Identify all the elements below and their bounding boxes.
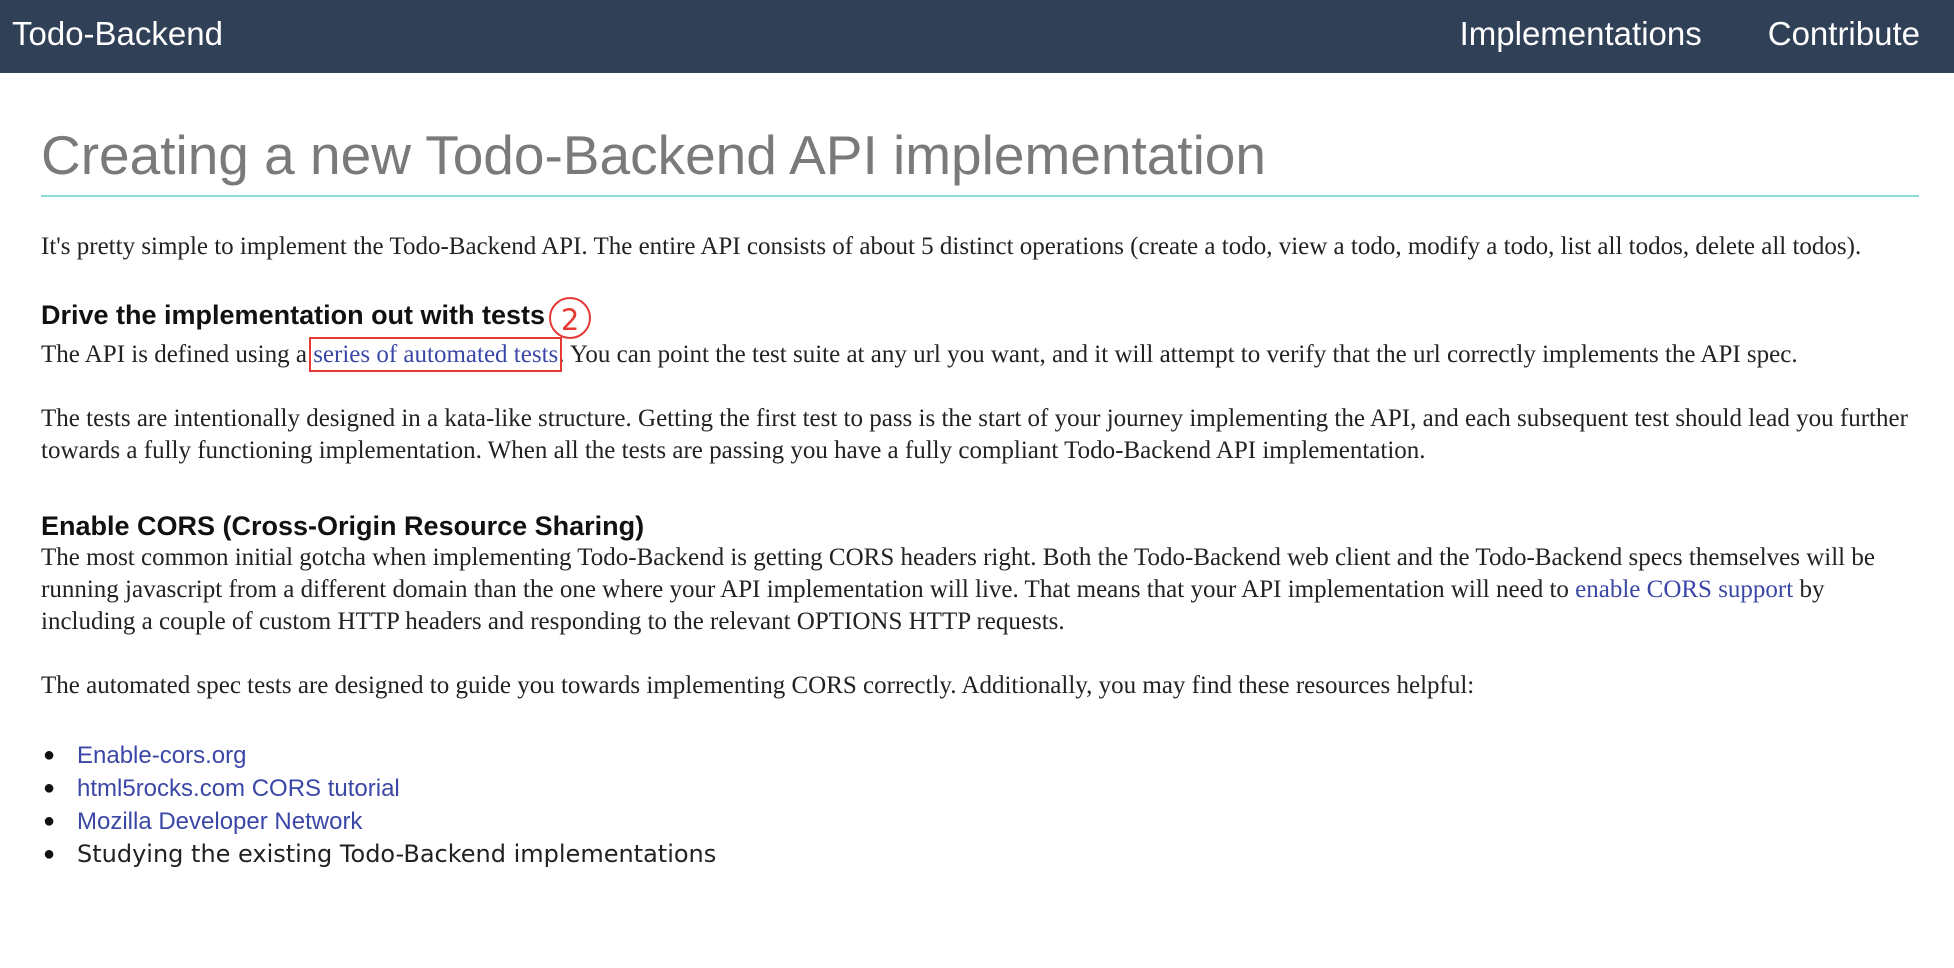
tests-p1-before: The API is defined using a — [41, 341, 314, 368]
tests-paragraph-2: The tests are intentionally designed in … — [41, 405, 1908, 464]
nav-contribute-link[interactable]: Contribute — [1768, 14, 1920, 54]
top-navbar: Todo-Backend Implementations Contribute — [0, 0, 1954, 73]
cors-paragraph-2: The automated spec tests are designed to… — [41, 672, 1475, 699]
bullet-icon: ● — [43, 843, 56, 865]
brand-link[interactable]: Todo-Backend — [12, 14, 223, 54]
nav-links: Implementations Contribute — [1460, 14, 1920, 54]
list-item: ● Studying the existing Todo-Backend impl… — [43, 838, 1919, 871]
resources-list: ● Enable-cors.org ● html5rocks.com CORS tu… — [41, 739, 1919, 871]
bullet-icon: ● — [43, 810, 56, 832]
bullet-icon: ● — [43, 777, 56, 799]
tests-p1-after: . You can point the test suite at any ur… — [558, 341, 1798, 368]
step-marker: 2 — [549, 297, 592, 339]
enable-cors-org-link[interactable]: Enable-cors.org — [77, 742, 246, 769]
cors-paragraph-1: The most common initial gotcha when impl… — [41, 542, 1919, 638]
tests-paragraph-1: The API is defined using a series of aut… — [41, 337, 1919, 372]
bullet-icon: ● — [43, 744, 56, 766]
html5rocks-cors-link[interactable]: html5rocks.com CORS tutorial — [77, 775, 400, 802]
mdn-link[interactable]: Mozilla Developer Network — [77, 808, 362, 835]
main-content: Creating a new Todo-Backend API implemen… — [41, 73, 1919, 871]
enable-cors-support-link[interactable]: enable CORS support — [1575, 576, 1793, 603]
list-item: ● Mozilla Developer Network — [43, 805, 1919, 838]
list-item: ● html5rocks.com CORS tutorial — [43, 772, 1919, 805]
list-item: ● Enable-cors.org — [43, 739, 1919, 772]
nav-implementations-link[interactable]: Implementations — [1460, 14, 1702, 54]
cors-heading: Enable CORS (Cross-Origin Resource Shari… — [41, 511, 645, 541]
intro-paragraph: It's pretty simple to implement the Todo… — [41, 233, 1862, 260]
tests-heading-text: Drive the implementation out with tests — [41, 300, 546, 330]
automated-tests-link[interactable]: series of automated tests — [309, 337, 563, 372]
existing-implementations-text: Studying the existing Todo-Backend imple… — [77, 840, 717, 868]
page-title: Creating a new Todo-Backend API implemen… — [41, 73, 1919, 197]
tests-heading: Drive the implementation out with tests 2 — [41, 297, 1919, 339]
